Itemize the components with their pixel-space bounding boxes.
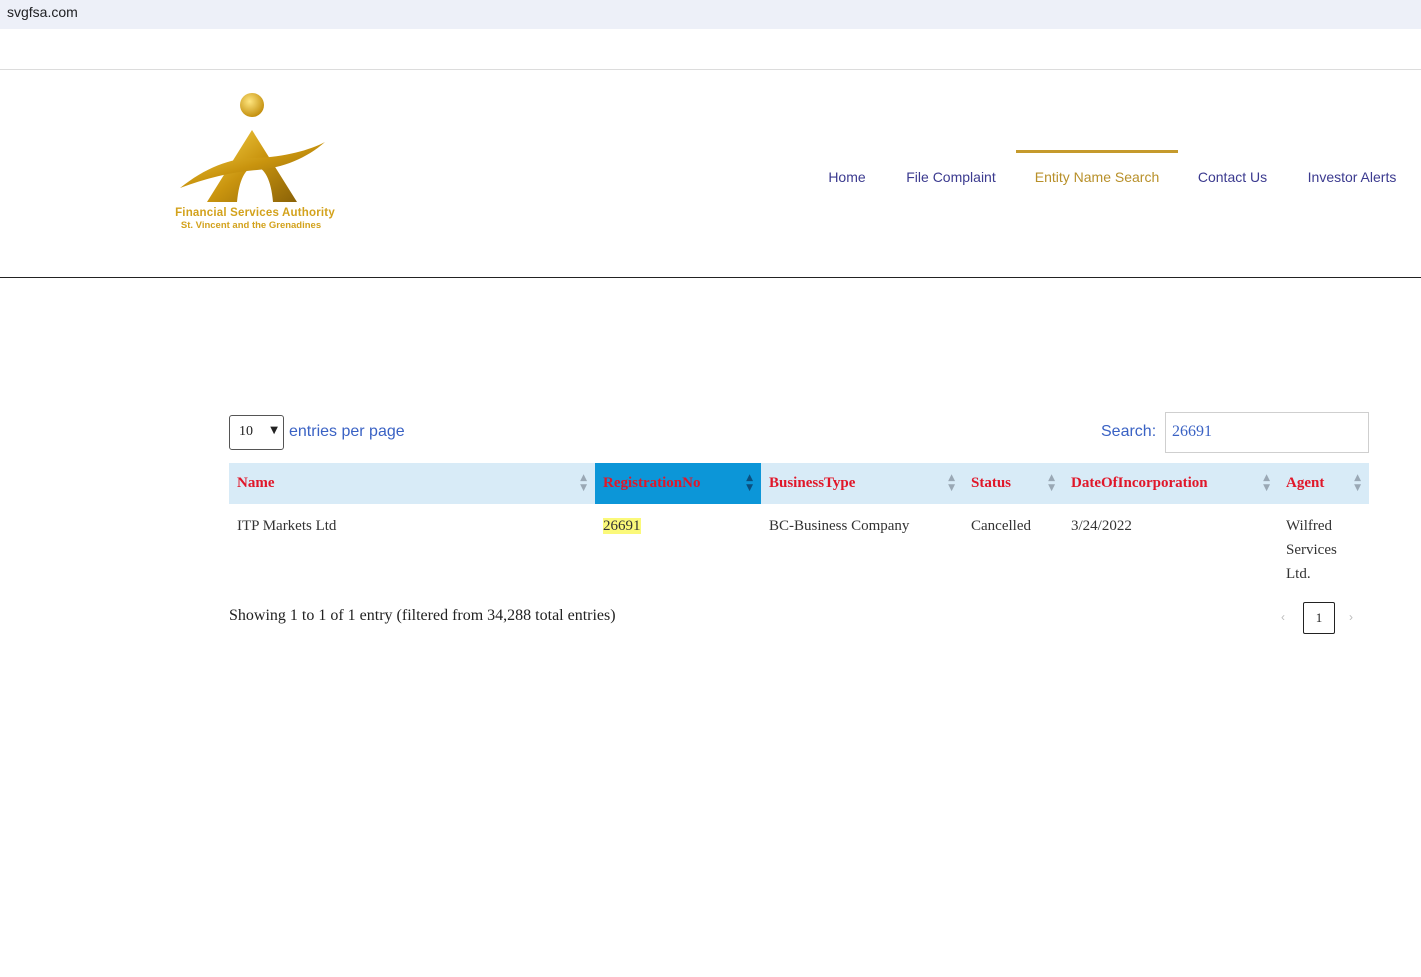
chevron-down-icon: ▼ (270, 425, 278, 436)
column-header-label: DateOfIncorporation (1071, 475, 1208, 491)
entity-results-table: Name ▲ ▼ RegistrationNo ▲ ▼ BusinessType ▲… (229, 463, 1369, 588)
entries-per-page-label: entries per page (289, 423, 405, 440)
next-page-button[interactable]: › (1349, 610, 1353, 624)
nav-contact-us[interactable]: Contact Us (1188, 150, 1277, 198)
column-header-label: Agent (1286, 475, 1325, 491)
url-text: svgfsa.com (7, 4, 78, 20)
cell-business-type: BC-Business Company (769, 518, 910, 534)
table-header-row: Name ▲ ▼ RegistrationNo ▲ ▼ BusinessType ▲… (229, 463, 1369, 504)
table-info: Showing 1 to 1 of 1 entry (filtered from… (229, 607, 616, 624)
search-highlight: 26691 (603, 518, 641, 534)
main-nav: Home File Complaint Entity Name Search C… (0, 150, 1421, 200)
sort-icon: ▲ ▼ (746, 473, 753, 493)
pagination: ‹ 1 › (1276, 602, 1366, 634)
sort-icon: ▲ ▼ (580, 473, 587, 493)
cell-name: ITP Markets Ltd (237, 518, 337, 534)
cell-date-of-incorporation: 3/24/2022 (1071, 518, 1132, 534)
nav-entity-name-search[interactable]: Entity Name Search (1016, 150, 1178, 198)
page-1-button[interactable]: 1 (1303, 602, 1335, 634)
search-input[interactable]: 26691 (1165, 412, 1369, 453)
logo-subtitle: St. Vincent and the Grenadines (180, 220, 322, 231)
nav-home[interactable]: Home (818, 150, 876, 198)
table-controls: 10 ▼ entries per page Search: 26691 (229, 412, 1369, 454)
entries-per-page-select[interactable]: 10 ▼ (229, 415, 284, 450)
table-row: ITP Markets Ltd 26691 BC-Business Compan… (229, 504, 1369, 588)
logo-title: Financial Services Authority (175, 207, 335, 219)
search-label: Search: (1101, 423, 1157, 440)
column-header-date-of-incorporation[interactable]: DateOfIncorporation ▲ ▼ (1063, 463, 1278, 504)
nav-investor-alerts[interactable]: Investor Alerts (1297, 150, 1407, 198)
column-header-label: RegistrationNo (603, 475, 701, 491)
column-header-registration-no[interactable]: RegistrationNo ▲ ▼ (595, 463, 761, 504)
column-header-name[interactable]: Name ▲ ▼ (229, 463, 595, 504)
nav-file-complaint[interactable]: File Complaint (896, 150, 1006, 198)
column-header-label: Status (971, 475, 1012, 491)
column-header-status[interactable]: Status ▲ ▼ (963, 463, 1063, 504)
sort-icon: ▲ ▼ (948, 473, 955, 493)
agent-line: Ltd. (1286, 566, 1311, 582)
entries-per-page-value: 10 (239, 424, 253, 439)
address-bar[interactable]: svgfsa.com (0, 0, 1421, 29)
cell-status: Cancelled (971, 518, 1031, 534)
cell-agent: Wilfred Services Ltd. (1278, 514, 1369, 586)
sort-icon: ▲ ▼ (1048, 473, 1055, 493)
agent-line: Wilfred (1286, 518, 1333, 534)
sort-icon: ▲ ▼ (1354, 473, 1361, 493)
previous-page-button[interactable]: ‹ (1281, 610, 1285, 624)
top-divider (0, 69, 1421, 70)
header-divider (0, 277, 1421, 278)
column-header-label: BusinessType (769, 475, 856, 491)
column-header-label: Name (237, 475, 275, 491)
column-header-agent[interactable]: Agent ▲ ▼ (1278, 463, 1369, 504)
cell-registration-no: 26691 (595, 514, 761, 538)
sort-icon: ▲ ▼ (1263, 473, 1270, 493)
column-header-business-type[interactable]: BusinessType ▲ ▼ (761, 463, 963, 504)
agent-line: Services (1286, 542, 1337, 558)
